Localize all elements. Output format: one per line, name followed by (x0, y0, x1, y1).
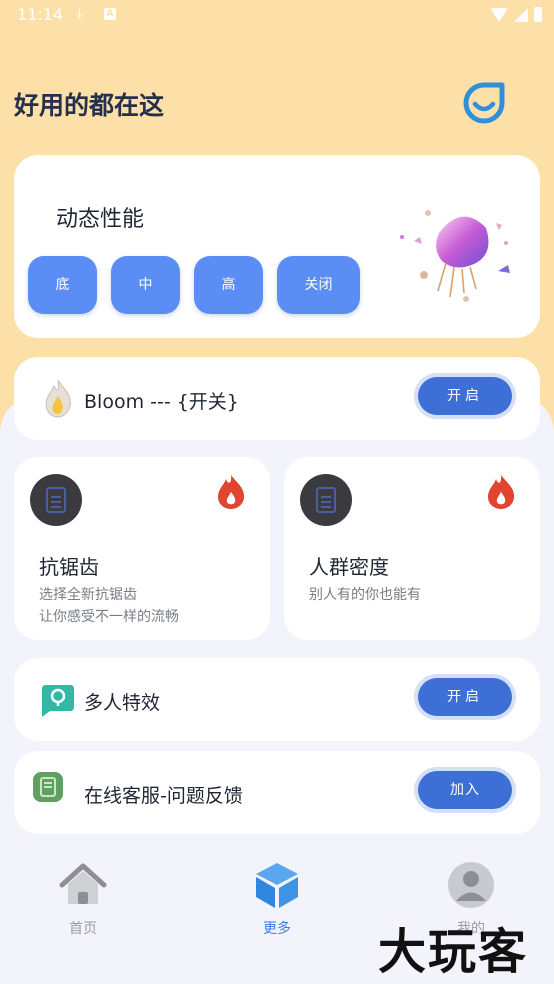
bloom-row: Bloom --- {开关} 开启 (14, 357, 540, 440)
anti-alias-title: 抗锯齿 (39, 555, 99, 579)
perf-medium-button[interactable]: 中 (111, 256, 180, 314)
fire-icon (218, 475, 245, 509)
nav-home-label: 首页 (69, 921, 97, 937)
multi-effect-enable-button[interactable]: 开启 (418, 678, 512, 716)
flame-icon (45, 379, 71, 418)
bloom-label: Bloom --- {开关} (84, 391, 239, 413)
status-time: 11:14 (17, 5, 64, 24)
multi-effect-row: 多人特效 开启 (14, 658, 540, 741)
support-join-button[interactable]: 加入 (418, 771, 512, 809)
download-icon: ⤓ (76, 4, 83, 22)
performance-card: 动态性能 底 中 高 关闭 (14, 155, 540, 338)
stethoscope-chat-icon (42, 685, 74, 717)
crowd-density-title: 人群密度 (309, 555, 389, 579)
cube-icon (256, 863, 298, 908)
status-bar: 11:14 ⤓ A (0, 0, 554, 30)
nav-more[interactable]: 更多 (217, 860, 337, 938)
perf-high-button[interactable]: 高 (194, 256, 263, 314)
signal-icon (514, 7, 528, 22)
avatar-icon (448, 862, 494, 908)
smile-logo-icon[interactable] (462, 81, 506, 125)
jellyfish-illustration (400, 210, 510, 302)
anti-alias-desc-line2: 让你感受不一样的流畅 (39, 609, 179, 625)
anti-alias-desc: 选择全新抗锯齿 让你感受不一样的流畅 (39, 584, 179, 628)
support-label: 在线客服-问题反馈 (84, 785, 243, 807)
bloom-enable-button[interactable]: 开启 (418, 377, 512, 415)
watermark-text: 大玩客 (378, 924, 529, 980)
service-icon (33, 772, 63, 802)
wifi-icon (490, 7, 508, 22)
multi-effect-label: 多人特效 (84, 692, 161, 714)
performance-title: 动态性能 (56, 207, 145, 232)
anti-alias-desc-line1: 选择全新抗锯齿 (39, 587, 137, 603)
notification-a-icon: A (104, 8, 116, 20)
home-icon (59, 863, 107, 904)
fire-icon (488, 475, 515, 509)
nav-home[interactable]: 首页 (23, 860, 143, 938)
perf-off-button[interactable]: 关闭 (277, 256, 360, 314)
perf-low-button[interactable]: 底 (28, 256, 97, 314)
nav-more-label: 更多 (263, 921, 291, 937)
anti-alias-card[interactable]: 抗锯齿 选择全新抗锯齿 让你感受不一样的流畅 (14, 457, 270, 640)
document-icon (30, 474, 82, 526)
page-title: 好用的都在这 (14, 91, 165, 120)
support-row: 在线客服-问题反馈 加入 (14, 751, 540, 834)
battery-icon (534, 7, 542, 22)
crowd-density-desc: 别人有的你也能有 (309, 584, 421, 606)
crowd-density-desc-line1: 别人有的你也能有 (309, 587, 421, 603)
crowd-density-card[interactable]: 人群密度 别人有的你也能有 (284, 457, 540, 640)
document-icon (300, 474, 352, 526)
